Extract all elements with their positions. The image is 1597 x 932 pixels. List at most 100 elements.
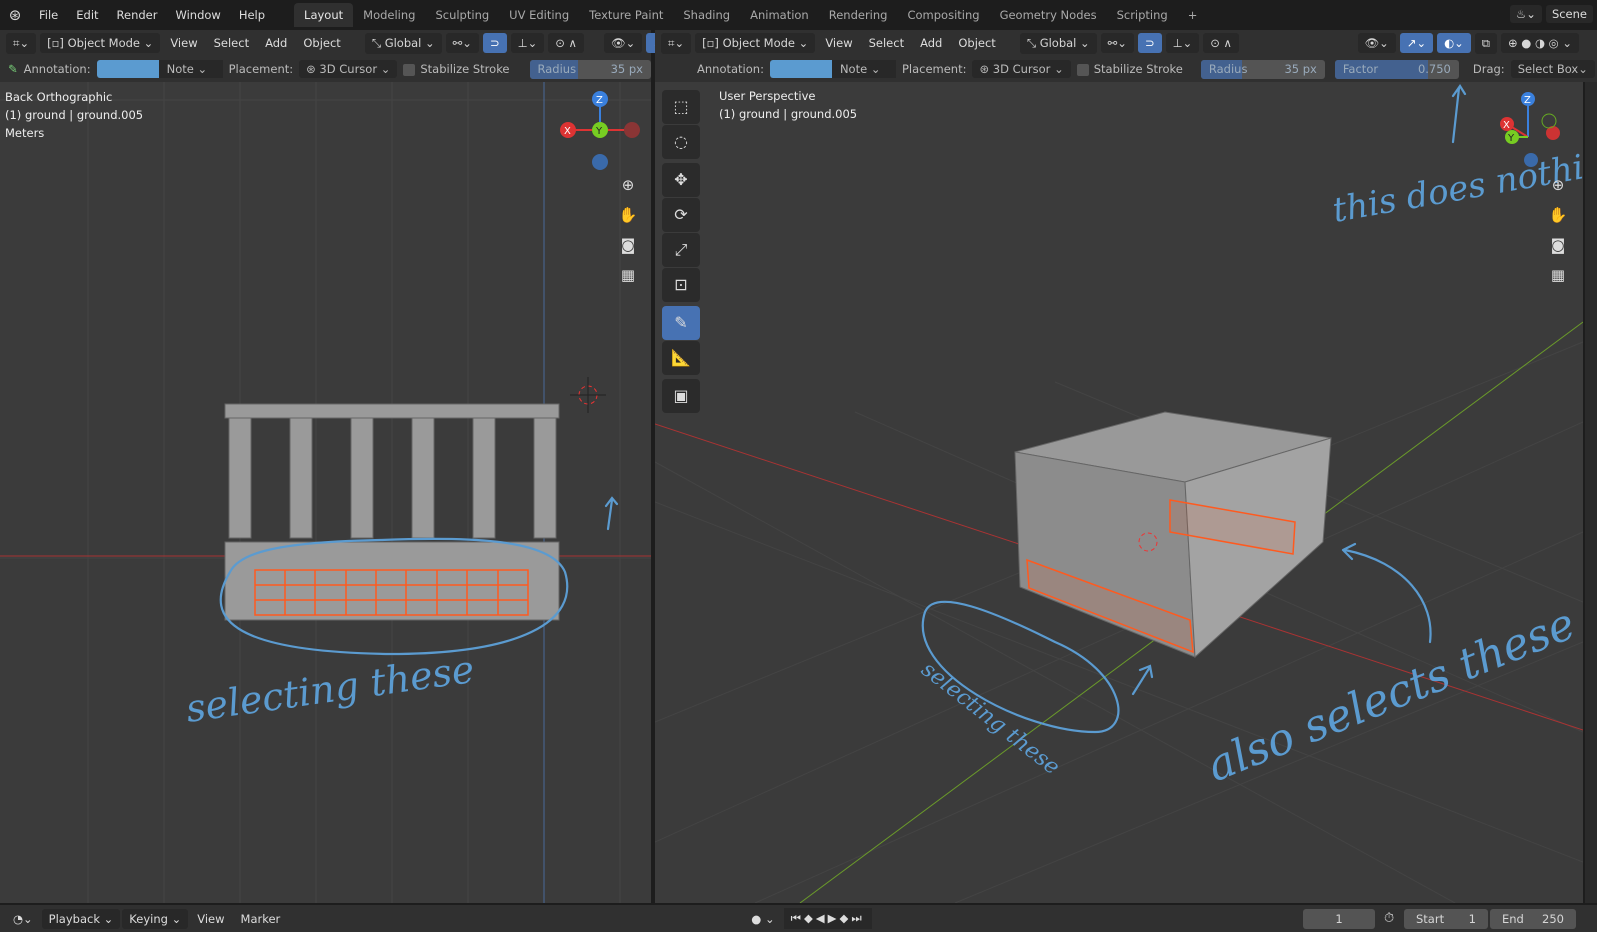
tab-scripting[interactable]: Scripting: [1107, 3, 1178, 27]
menu-render[interactable]: Render: [108, 8, 167, 22]
camera-icon[interactable]: ◙: [615, 232, 641, 258]
tab-shading[interactable]: Shading: [673, 3, 740, 27]
navigation-gizmo[interactable]: Z X Y: [560, 91, 640, 170]
note-dropdown[interactable]: Note ⌄: [158, 60, 223, 78]
snap-target-icon[interactable]: ⊥⌄: [510, 33, 545, 53]
menu-select[interactable]: Select: [208, 33, 255, 53]
scene-selector[interactable]: ♨⌄ Scene: [1509, 5, 1593, 23]
select-box-tool-icon[interactable]: ⬚: [662, 90, 700, 124]
current-frame-field[interactable]: 1: [1303, 908, 1375, 929]
playback-controls[interactable]: ⏮◆◀▶◆⏭: [783, 908, 872, 929]
add-cube-tool-icon[interactable]: ▣: [662, 379, 700, 413]
menu-add[interactable]: Add: [914, 33, 948, 53]
proportional-edit-icon[interactable]: ⊙ ∧: [1203, 33, 1239, 53]
right-scene: selecting these also selects these this …: [655, 84, 1583, 903]
menu-help[interactable]: Help: [230, 8, 274, 22]
transform-tool-icon[interactable]: ⊡: [662, 268, 700, 302]
add-workspace-button[interactable]: +: [1178, 3, 1208, 27]
tab-texture-paint[interactable]: Texture Paint: [579, 3, 673, 27]
blender-logo-icon[interactable]: ⊛: [0, 6, 30, 24]
snap-target-icon[interactable]: ⊥⌄: [1165, 33, 1200, 53]
menu-select[interactable]: Select: [863, 33, 910, 53]
tab-geometry-nodes[interactable]: Geometry Nodes: [990, 3, 1107, 27]
xray-icon[interactable]: ⧉: [1474, 32, 1497, 54]
tab-modeling[interactable]: Modeling: [353, 3, 425, 27]
proportional-edit-icon[interactable]: ⊙ ∧: [548, 33, 584, 53]
drag-dropdown[interactable]: Select Box⌄: [1510, 60, 1595, 78]
rotate-tool-icon[interactable]: ⟳: [662, 198, 700, 232]
pivot-icon[interactable]: ⚯⌄: [1100, 33, 1134, 53]
editor-type-button[interactable]: ⌗⌄: [661, 32, 692, 54]
camera-icon[interactable]: ◙: [1545, 232, 1571, 258]
visibility-icon[interactable]: 👁⌄: [1357, 33, 1396, 53]
ortho-grid-icon[interactable]: ▦: [615, 262, 641, 288]
menu-add[interactable]: Add: [259, 33, 293, 53]
zoom-icon[interactable]: ⊕: [1545, 172, 1571, 198]
pan-hand-icon[interactable]: ✋: [615, 202, 641, 228]
annotation-text: selecting these: [183, 647, 477, 731]
placement-dropdown[interactable]: ⊛ 3D Cursor ⌄: [299, 60, 398, 78]
tab-sculpting[interactable]: Sculpting: [425, 3, 499, 27]
factor-slider[interactable]: Factor 0.750: [1334, 59, 1459, 79]
perspective-grid-icon[interactable]: ▦: [1545, 262, 1571, 288]
keying-menu[interactable]: Keying ⌄: [122, 908, 189, 929]
scale-tool-icon[interactable]: ⤢: [662, 233, 700, 267]
orientation-dropdown[interactable]: ⤡ Global ⌄: [1019, 32, 1097, 54]
zoom-icon[interactable]: ⊕: [615, 172, 641, 198]
auto-keying-toggle[interactable]: ● ⌄: [744, 909, 781, 929]
keying-label: Keying: [129, 911, 168, 926]
scene-icon[interactable]: ♨⌄: [1509, 5, 1542, 23]
radius-slider[interactable]: Radius 35 px: [529, 59, 651, 79]
placement-dropdown[interactable]: ⊛ 3D Cursor ⌄: [972, 60, 1071, 78]
marker-menu[interactable]: Marker: [234, 909, 288, 929]
pivot-icon[interactable]: ⚯⌄: [445, 33, 479, 53]
annotation-color-swatch[interactable]: [96, 60, 159, 78]
menu-window[interactable]: Window: [166, 8, 229, 22]
tab-layout[interactable]: Layout: [294, 3, 354, 27]
stopwatch-icon: ⏱: [1384, 911, 1395, 926]
tab-uv-editing[interactable]: UV Editing: [499, 3, 579, 27]
menu-object[interactable]: Object: [297, 33, 346, 53]
annotation-layer[interactable]: Note ⌄: [96, 60, 223, 78]
tab-rendering[interactable]: Rendering: [819, 3, 898, 27]
snap-icon[interactable]: ⊃: [1137, 33, 1162, 53]
pan-hand-icon[interactable]: ✋: [1545, 202, 1571, 228]
end-frame-field[interactable]: End 250: [1490, 908, 1576, 929]
annotate-tool-icon[interactable]: ✎: [662, 306, 700, 340]
annotation-layer[interactable]: Note ⌄: [769, 60, 896, 78]
mode-dropdown[interactable]: [▫] Object Mode ⌄: [40, 33, 161, 53]
timeline-editor-icon[interactable]: ◔⌄: [6, 909, 40, 929]
radius-slider[interactable]: Radius 35 px: [1200, 59, 1325, 79]
tab-animation[interactable]: Animation: [740, 3, 819, 27]
shading-modes[interactable]: ⊕ ● ◑ ◎ ⌄: [1501, 33, 1579, 53]
menu-object[interactable]: Object: [952, 33, 1001, 53]
menu-view[interactable]: View: [819, 33, 858, 53]
menu-edit[interactable]: Edit: [67, 8, 107, 22]
move-tool-icon[interactable]: ✥: [662, 163, 700, 197]
editor-type-button[interactable]: ⌗⌄: [6, 32, 37, 54]
drag-label: Drag:: [1472, 62, 1505, 76]
timeline-view-menu[interactable]: View: [190, 909, 231, 929]
tab-compositing[interactable]: Compositing: [897, 3, 989, 27]
orientation-dropdown[interactable]: ⤡ Global ⌄: [364, 32, 442, 54]
annotation-color-swatch[interactable]: [769, 60, 832, 78]
left-viewport[interactable]: selecting these Z X Y Back Orthographic (1…: [0, 82, 651, 903]
stabilize-stroke-checkbox[interactable]: Stabilize Stroke: [403, 62, 510, 76]
menu-view[interactable]: View: [164, 33, 203, 53]
right-viewport[interactable]: selecting these also selects these this …: [655, 82, 1583, 903]
start-frame-field[interactable]: Start 1: [1404, 908, 1488, 929]
mode-dropdown[interactable]: [▫] Object Mode ⌄: [695, 33, 816, 53]
gizmo-icon[interactable]: ↗⌄: [1399, 33, 1434, 53]
note-dropdown[interactable]: Note ⌄: [831, 60, 896, 78]
properties-edge[interactable]: [1585, 82, 1597, 903]
scene-name[interactable]: Scene: [1545, 5, 1593, 23]
playback-menu[interactable]: Playback ⌄: [41, 908, 121, 929]
menu-file[interactable]: File: [30, 8, 67, 22]
cursor-tool-icon[interactable]: ◌: [662, 125, 700, 159]
snap-icon[interactable]: ⊃: [482, 33, 507, 53]
overlays-icon[interactable]: ◐⌄: [1437, 33, 1471, 53]
stabilize-stroke-checkbox[interactable]: Stabilize Stroke: [1076, 62, 1183, 76]
mode-label: Object Mode: [67, 36, 141, 50]
visibility-icon[interactable]: 👁⌄: [603, 33, 643, 53]
measure-tool-icon[interactable]: 📐: [662, 341, 700, 375]
